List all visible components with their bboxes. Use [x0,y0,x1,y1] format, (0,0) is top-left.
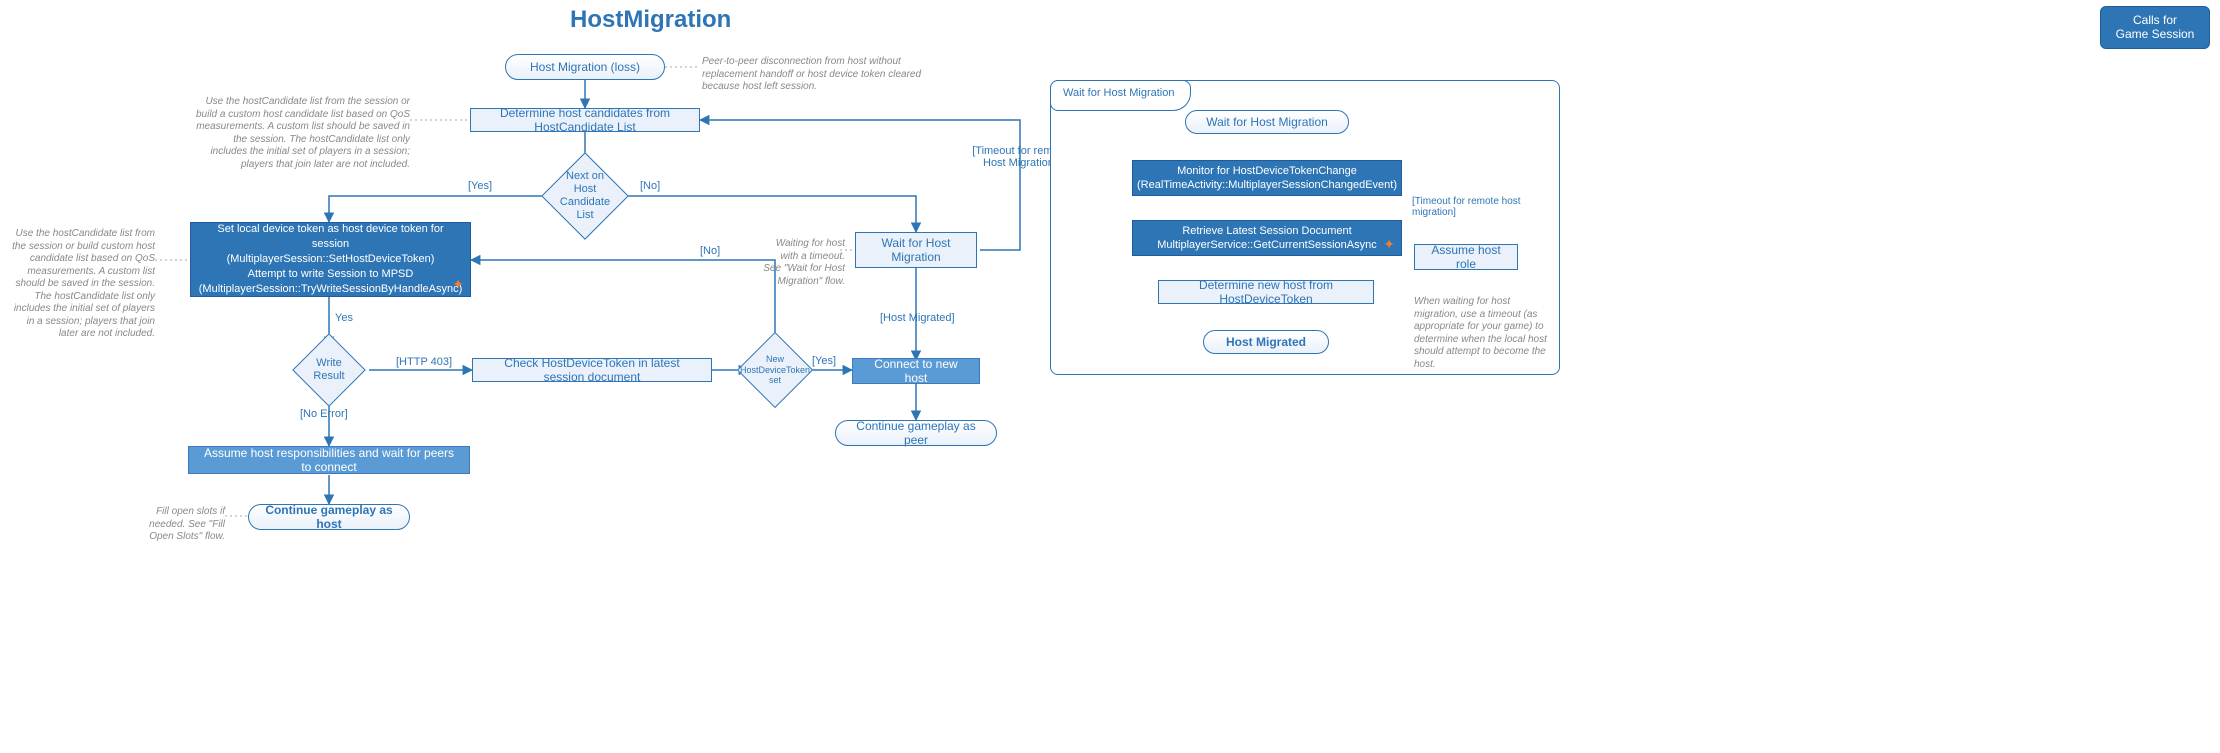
determine-candidates: Determine host candidates from HostCandi… [470,108,700,132]
lbl-no-1: [No] [640,180,660,192]
r-retrieve: Retrieve Latest Session Document Multipl… [1132,220,1402,256]
r-monitor: Monitor for HostDeviceTokenChange (RealT… [1132,160,1402,196]
annot-start: Peer-to-peer disconnection from host wit… [702,56,922,94]
set-local-l1: Set local device token as host device to… [201,222,460,252]
page-title: HostMigration [570,6,731,34]
annot-determine: Use the hostCandidate list from the sess… [195,96,410,171]
continue-host: Continue gameplay as host [248,504,410,530]
set-local-token: Set local device token as host device to… [190,222,471,297]
r-assume-role: Assume host role [1414,244,1518,270]
r-retrieve-l2: MultiplayerService::GetCurrentSessionAsy… [1157,238,1376,252]
star-icon: ✦ [452,275,464,294]
container-tab: Wait for Host Migration [1050,80,1191,111]
lbl-no-2: [No] [700,245,720,257]
calls-badge: Calls for Game Session [2100,6,2210,49]
r-detnew: Determine new host from HostDeviceToken [1158,280,1374,304]
set-local-l2: (MultiplayerSession::SetHostDeviceToken) [227,252,435,267]
lbl-yes-1: [Yes] [468,180,492,192]
lbl-host-migrated: [Host Migrated] [880,312,955,324]
new-token-diamond: New HostDeviceToken set [748,343,802,397]
set-local-l3: Attempt to write Session to MPSD [248,267,414,282]
lbl-timeout-right: [Timeout for remote host migration] [1412,196,1552,218]
r-monitor-l1: Monitor for HostDeviceTokenChange [1177,164,1357,178]
continue-peer: Continue gameplay as peer [835,420,997,446]
next-candidate-label: Next on Host Candidate List [554,170,616,223]
r-migrated: Host Migrated [1203,330,1329,354]
lbl-noerror: [No Error] [300,408,348,420]
annot-setlocal: Use the hostCandidate list from the sess… [10,228,155,341]
annot-fill: Fill open slots if needed. See "Fill Ope… [130,506,225,544]
r-monitor-l2: (RealTimeActivity::MultiplayerSessionCha… [1137,178,1397,192]
lbl-yes-word: Yes [335,312,353,324]
annot-wait: Waiting for host with a timeout. See "Wa… [760,238,845,288]
write-result-diamond: Write Result [303,344,355,396]
r-wait-start: Wait for Host Migration [1185,110,1349,134]
set-local-l4: (MultiplayerSession::TryWriteSessionByHa… [199,282,462,297]
write-result-label: Write Result [303,357,355,383]
check-token: Check HostDeviceToken in latest session … [472,358,712,382]
next-candidate-diamond: Next on Host Candidate List [554,165,616,227]
wait-host-migration: Wait for Host Migration [855,232,977,268]
annot-right: When waiting for host migration, use a t… [1414,296,1550,371]
assume-host-responsibilities: Assume host responsibilities and wait fo… [188,446,470,474]
r-retrieve-l1: Retrieve Latest Session Document [1182,224,1351,238]
lbl-http403: [HTTP 403] [396,356,452,368]
star-icon-2: ✦ [1383,235,1395,253]
connect-new-host: Connect to new host [852,358,980,384]
new-token-label: New HostDeviceToken set [734,354,816,386]
start-node: Host Migration (loss) [505,54,665,80]
